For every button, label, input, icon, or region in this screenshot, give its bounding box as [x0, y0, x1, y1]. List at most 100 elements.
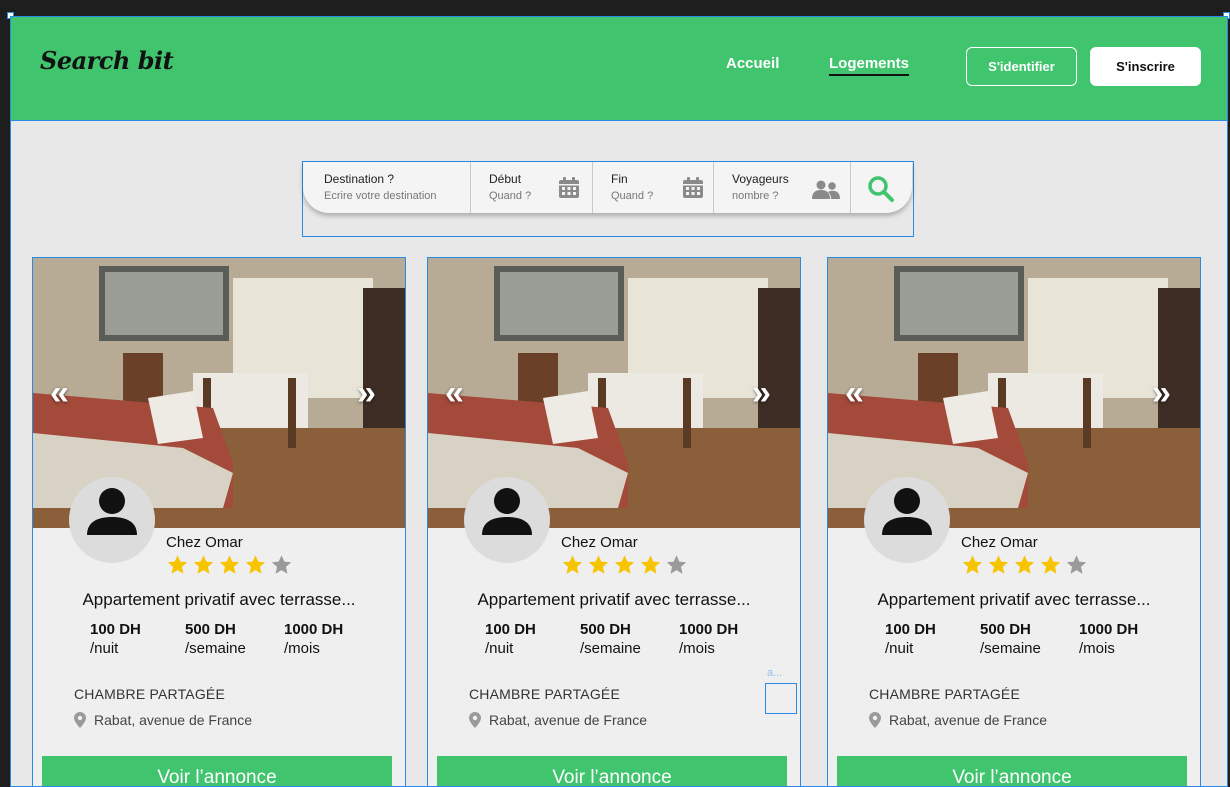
- star-icon: [988, 555, 1009, 574]
- price-unit: /semaine: [580, 640, 641, 657]
- selected-frame[interactable]: [765, 683, 797, 714]
- listing-card[interactable]: « » Chez Omar Appartement privatif avec …: [827, 257, 1201, 786]
- star-icon: [614, 555, 635, 574]
- price-month: 1000 DH /mois: [284, 621, 343, 657]
- price-unit: /nuit: [485, 640, 514, 657]
- host-name: Chez Omar: [561, 534, 638, 551]
- map-pin-icon: [469, 712, 481, 728]
- star-icon: [1040, 555, 1061, 574]
- host-name: Chez Omar: [166, 534, 243, 551]
- location-text: Rabat, avenue de France: [489, 712, 647, 728]
- travelers-placeholder: nombre ?: [732, 190, 779, 202]
- location-text: Rabat, avenue de France: [94, 712, 252, 728]
- prev-image-icon[interactable]: «: [845, 376, 864, 410]
- price-amount: 100 DH: [485, 621, 536, 638]
- star-icon: [219, 555, 240, 574]
- price-amount: 100 DH: [885, 621, 936, 638]
- star-icon: [1014, 555, 1035, 574]
- travelers-label: Voyageurs: [732, 172, 789, 186]
- view-listing-button[interactable]: Voir l’annonce: [437, 756, 787, 786]
- travelers-field[interactable]: Voyageurs nombre ?: [714, 162, 851, 213]
- user-icon: [882, 488, 932, 535]
- nav-logements[interactable]: Logements: [829, 55, 910, 76]
- star-icon: [640, 555, 661, 574]
- login-button[interactable]: S'identifier: [966, 47, 1077, 86]
- destination-field[interactable]: Destination ? Ecrire votre destination: [303, 162, 471, 213]
- price-amount: 500 DH: [185, 621, 236, 638]
- location-text: Rabat, avenue de France: [889, 712, 1047, 728]
- host-avatar: [864, 477, 950, 563]
- map-pin-icon: [869, 712, 881, 728]
- price-month: 1000 DH /mois: [679, 621, 738, 657]
- price-month: 1000 DH /mois: [1079, 621, 1138, 657]
- user-icon: [87, 488, 137, 535]
- price-week: 500 DH /semaine: [185, 621, 246, 657]
- view-listing-button[interactable]: Voir l’annonce: [42, 756, 392, 786]
- next-image-icon[interactable]: »: [357, 376, 376, 410]
- rating-stars: [561, 554, 688, 576]
- price-amount: 500 DH: [580, 621, 631, 638]
- nav-accueil[interactable]: Accueil: [726, 55, 779, 72]
- price-unit: /nuit: [90, 640, 119, 657]
- price-unit: /nuit: [885, 640, 914, 657]
- host-avatar: [69, 477, 155, 563]
- star-empty-icon: [1066, 555, 1087, 574]
- price-unit: /semaine: [980, 640, 1041, 657]
- navbar: Search bit Accueil Logements S'identifie…: [11, 17, 1227, 121]
- map-pin-icon: [74, 712, 86, 728]
- location: Rabat, avenue de France: [74, 712, 252, 728]
- calendar-icon[interactable]: [558, 177, 580, 199]
- host-name: Chez Omar: [961, 534, 1038, 551]
- star-icon: [962, 555, 983, 574]
- search-button[interactable]: [851, 162, 912, 213]
- price-night: 100 DH /nuit: [90, 621, 141, 657]
- star-icon: [245, 555, 266, 574]
- search-bar: Destination ? Ecrire votre destination D…: [303, 162, 912, 213]
- start-date-field[interactable]: Début Quand ?: [471, 162, 593, 213]
- listing-card[interactable]: « » Chez Omar Appartement privatif avec …: [427, 257, 801, 786]
- location: Rabat, avenue de France: [869, 712, 1047, 728]
- price-unit: /mois: [1079, 640, 1115, 657]
- rating-stars: [961, 554, 1088, 576]
- star-icon: [562, 555, 583, 574]
- price-night: 100 DH /nuit: [885, 621, 936, 657]
- next-image-icon[interactable]: »: [1152, 376, 1171, 410]
- listing-title: Appartement privatif avec terrasse...: [877, 590, 1151, 609]
- signup-button[interactable]: S'inscrire: [1090, 47, 1201, 86]
- destination-label: Destination ?: [324, 172, 395, 186]
- logo[interactable]: Search bit: [40, 46, 174, 75]
- prev-image-icon[interactable]: «: [50, 376, 69, 410]
- room-type: CHAMBRE PARTAGÉE: [469, 686, 621, 702]
- location: Rabat, avenue de France: [469, 712, 647, 728]
- star-empty-icon: [666, 555, 687, 574]
- end-date-field[interactable]: Fin Quand ?: [593, 162, 714, 213]
- star-icon: [193, 555, 214, 574]
- calendar-icon[interactable]: [682, 177, 704, 199]
- search-icon[interactable]: [867, 175, 895, 203]
- listing-title: Appartement privatif avec terrasse...: [82, 590, 356, 609]
- price-week: 500 DH /semaine: [580, 621, 641, 657]
- start-date-label: Début: [489, 172, 522, 186]
- price-amount: 100 DH: [90, 621, 141, 638]
- star-empty-icon: [271, 555, 292, 574]
- price-unit: /mois: [284, 640, 320, 657]
- users-icon: [812, 180, 840, 199]
- page-frame: Search bit Accueil Logements S'identifie…: [10, 16, 1228, 787]
- listing-title: Appartement privatif avec terrasse...: [477, 590, 751, 609]
- listing-card[interactable]: « » Chez Omar Appartement privatif avec …: [32, 257, 406, 786]
- destination-placeholder: Ecrire votre destination: [324, 190, 437, 202]
- host-avatar: [464, 477, 550, 563]
- user-icon: [482, 488, 532, 535]
- frame-label: a...: [767, 667, 783, 679]
- room-type: CHAMBRE PARTAGÉE: [74, 686, 226, 702]
- next-image-icon[interactable]: »: [752, 376, 771, 410]
- room-type: CHAMBRE PARTAGÉE: [869, 686, 1021, 702]
- price-amount: 1000 DH: [284, 621, 344, 638]
- prev-image-icon[interactable]: «: [445, 376, 464, 410]
- price-amount: 1000 DH: [1079, 621, 1139, 638]
- end-date-placeholder: Quand ?: [611, 190, 654, 202]
- view-listing-button[interactable]: Voir l’annonce: [837, 756, 1187, 786]
- price-amount: 500 DH: [980, 621, 1031, 638]
- start-date-placeholder: Quand ?: [489, 190, 532, 202]
- price-unit: /semaine: [185, 640, 246, 657]
